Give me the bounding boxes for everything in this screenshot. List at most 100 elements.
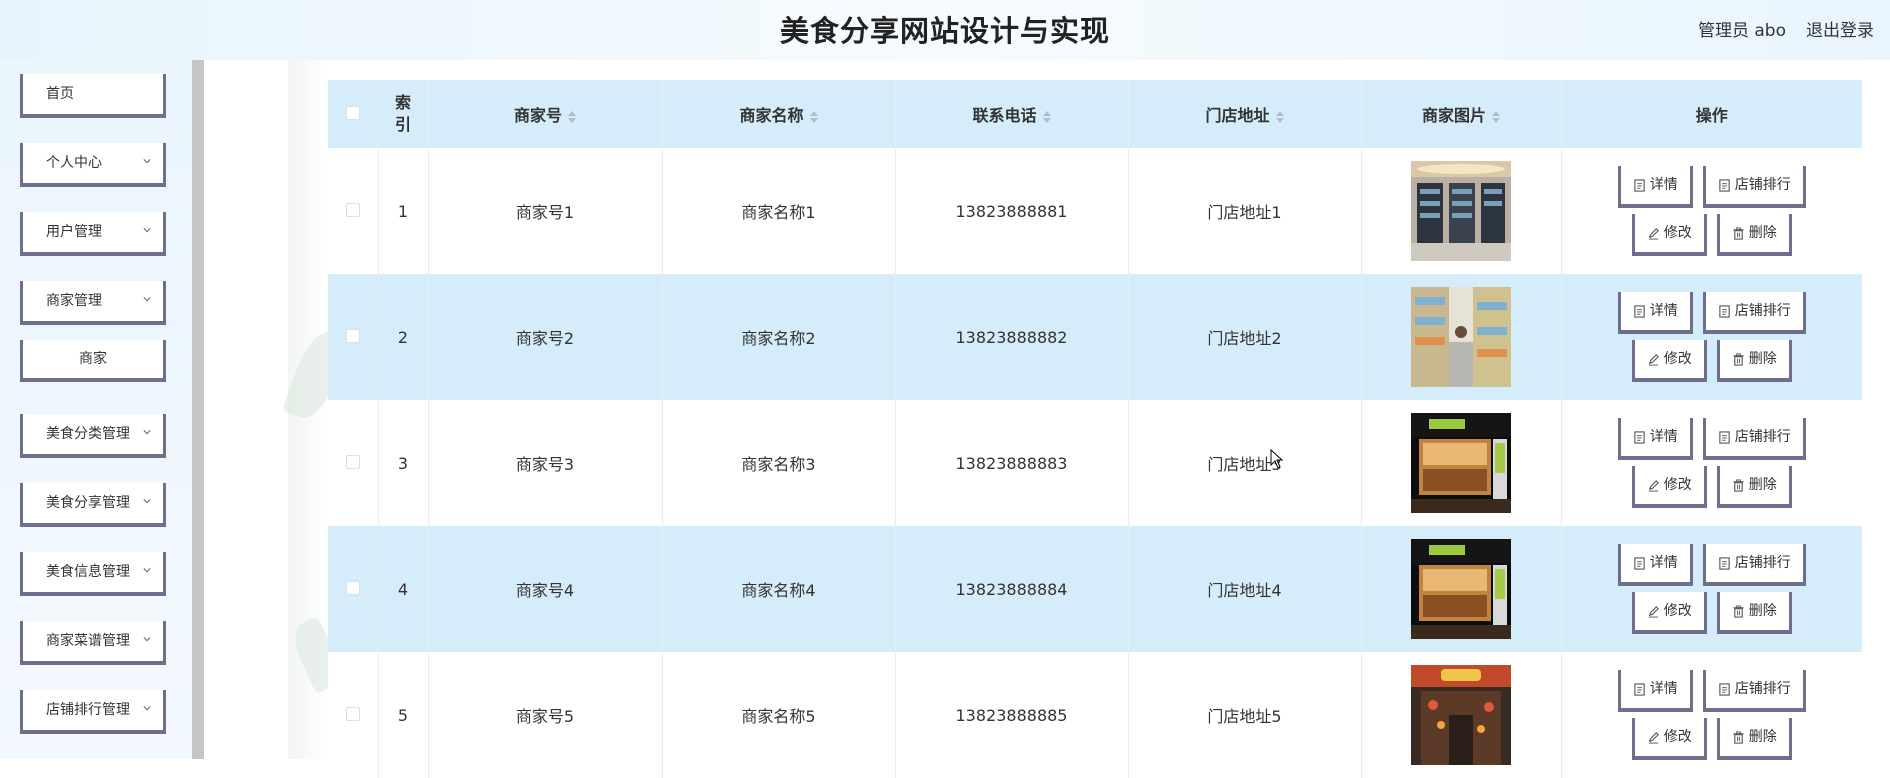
cell-index: 2 [378, 274, 429, 400]
chevron-down-icon [143, 568, 151, 573]
delete-button[interactable]: 删除 [1716, 340, 1792, 382]
delete-button[interactable]: 删除 [1716, 214, 1792, 256]
sidebar-item-label: 商家 [79, 351, 107, 367]
row-select-cell [328, 274, 379, 400]
row-checkbox[interactable] [345, 202, 360, 217]
cell-phone: 13823888882 [895, 274, 1129, 400]
sidebar-item-home[interactable]: 首页 [20, 74, 166, 118]
cell-phone: 13823888885 [895, 652, 1129, 778]
detail-button[interactable]: 详情 [1617, 166, 1693, 208]
cell-image [1361, 274, 1562, 400]
cell-phone: 13823888883 [895, 400, 1129, 526]
sidebar-item-food-share[interactable]: 美食分享管理 [20, 483, 166, 527]
sidebar-item-merchant-recipes[interactable]: 商家菜谱管理 [20, 621, 166, 665]
row-checkbox[interactable] [345, 580, 360, 595]
detail-button[interactable]: 详情 [1617, 544, 1693, 586]
column-header-merchant-no[interactable]: 商家号 [428, 80, 663, 148]
store-shelves-photo[interactable] [1411, 161, 1511, 261]
cell-address: 门店地址3 [1128, 400, 1362, 526]
column-header-merchant-name[interactable]: 商家名称 [662, 80, 896, 148]
shop-front-photo[interactable] [1411, 539, 1511, 639]
sidebar-scrollbar[interactable] [192, 60, 204, 759]
document-icon [1634, 178, 1645, 192]
sidebar-item-food-info[interactable]: 美食信息管理 [20, 552, 166, 596]
cell-ops: 详情 店铺排行 修改 删除 [1561, 148, 1862, 274]
sidebar-item-label: 美食分类管理 [46, 426, 130, 442]
sort-icon[interactable] [568, 110, 576, 124]
column-header-image[interactable]: 商家图片 [1361, 80, 1562, 148]
document-icon [1719, 178, 1730, 192]
row-checkbox[interactable] [345, 706, 360, 721]
sidebar-item-profile[interactable]: 个人中心 [20, 143, 166, 187]
select-all-checkbox[interactable] [345, 105, 360, 120]
cell-merchant-no: 商家号2 [428, 274, 663, 400]
supermarket-aisle-photo[interactable] [1411, 287, 1511, 387]
edit-button[interactable]: 修改 [1631, 340, 1707, 382]
shop-ranking-button[interactable]: 店铺排行 [1702, 166, 1806, 208]
sidebar-subitem-merchant[interactable]: 商家 [20, 340, 166, 382]
cell-ops: 详情 店铺排行 修改 删除 [1561, 274, 1862, 400]
document-icon [1719, 430, 1730, 444]
sidebar-item-label: 商家管理 [46, 293, 102, 309]
sort-icon[interactable] [1042, 110, 1051, 124]
pencil-icon [1648, 605, 1659, 618]
table-row: 5 商家号5 商家名称5 13823888885 门店地址5 详情 店铺排行 修… [328, 652, 1862, 778]
document-icon [1719, 682, 1730, 696]
row-select-cell [328, 652, 379, 778]
shop-ranking-button[interactable]: 店铺排行 [1702, 292, 1806, 334]
sort-icon[interactable] [809, 110, 818, 124]
row-checkbox[interactable] [345, 454, 360, 469]
detail-button[interactable]: 详情 [1617, 670, 1693, 712]
shop-ranking-button[interactable]: 店铺排行 [1702, 670, 1806, 712]
column-header-phone[interactable]: 联系电话 [895, 80, 1129, 148]
cell-merchant-name: 商家名称4 [662, 526, 896, 652]
document-icon [1634, 430, 1645, 444]
pencil-icon [1648, 227, 1659, 240]
sidebar-item-food-category[interactable]: 美食分类管理 [20, 414, 166, 458]
sidebar-item-label: 首页 [46, 86, 74, 102]
shop-ranking-button[interactable]: 店铺排行 [1702, 544, 1806, 586]
merchant-table: 索引 商家号 商家名称 联系电话 门店地址 商家图片 操作 1 商家号1 商家名… [328, 80, 1862, 778]
sidebar-item-label: 美食信息管理 [46, 564, 130, 580]
chevron-down-icon [143, 228, 151, 233]
edit-button[interactable]: 修改 [1631, 466, 1707, 508]
sidebar-item-users[interactable]: 用户管理 [20, 212, 166, 256]
table-row: 3 商家号3 商家名称3 13823888883 门店地址3 详情 店铺排行 修… [328, 400, 1862, 526]
sort-icon[interactable] [1275, 110, 1284, 124]
cell-merchant-no: 商家号3 [428, 400, 663, 526]
edit-button[interactable]: 修改 [1631, 214, 1707, 256]
detail-button[interactable]: 详情 [1617, 292, 1693, 334]
chevron-down-icon [143, 430, 151, 435]
column-header-address[interactable]: 门店地址 [1128, 80, 1362, 148]
cell-merchant-no: 商家号4 [428, 526, 663, 652]
market-entrance-photo[interactable] [1411, 665, 1511, 765]
pencil-icon [1648, 731, 1659, 744]
sidebar: 首页 个人中心 用户管理 商家管理 商家 美食分类管理 美食分享管理 美食信息管… [0, 60, 192, 759]
cell-index: 1 [378, 148, 429, 274]
delete-button[interactable]: 删除 [1716, 718, 1792, 760]
admin-user-label: 管理员 abo [1697, 21, 1786, 41]
edit-button[interactable]: 修改 [1631, 592, 1707, 634]
cell-index: 4 [378, 526, 429, 652]
shop-front-photo[interactable] [1411, 413, 1511, 513]
sidebar-item-shop-ranking[interactable]: 店铺排行管理 [20, 690, 166, 734]
cell-index: 5 [378, 652, 429, 778]
cell-ops: 详情 店铺排行 修改 删除 [1561, 400, 1862, 526]
delete-button[interactable]: 删除 [1716, 592, 1792, 634]
logout-link[interactable]: 退出登录 [1806, 0, 1874, 62]
cell-ops: 详情 店铺排行 修改 删除 [1561, 652, 1862, 778]
row-checkbox[interactable] [345, 328, 360, 343]
mouse-cursor-icon [1270, 449, 1284, 469]
detail-button[interactable]: 详情 [1617, 418, 1693, 460]
sidebar-item-merchants[interactable]: 商家管理 [20, 281, 166, 325]
delete-button[interactable]: 删除 [1716, 466, 1792, 508]
edit-button[interactable]: 修改 [1631, 718, 1707, 760]
cell-phone: 13823888881 [895, 148, 1129, 274]
trash-icon [1733, 226, 1744, 240]
document-icon [1719, 304, 1730, 318]
cell-image [1361, 526, 1562, 652]
sort-icon[interactable] [1492, 110, 1500, 124]
shop-ranking-button[interactable]: 店铺排行 [1702, 418, 1806, 460]
column-header-ops: 操作 [1695, 106, 1728, 125]
document-icon [1634, 556, 1645, 570]
